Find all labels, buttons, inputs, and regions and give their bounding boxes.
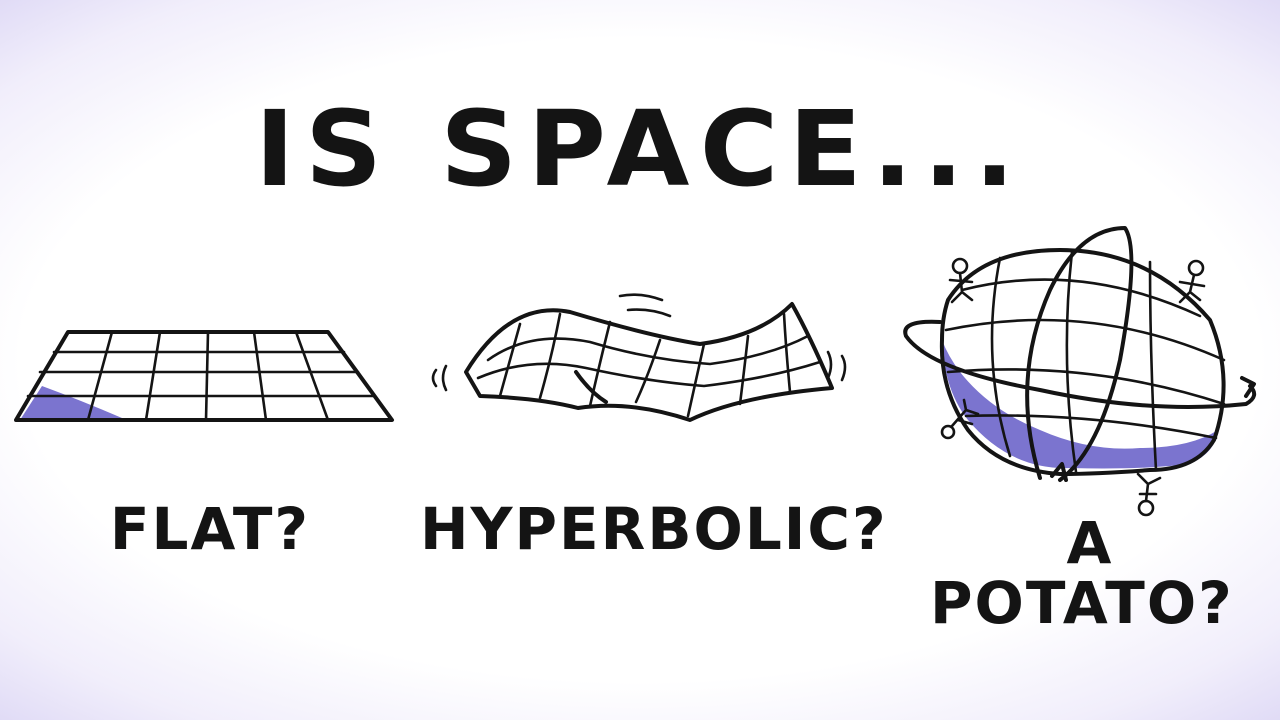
option-flat-label: FLAT? [109,495,311,563]
option-potato-label-line2: POTATO? [930,569,1234,637]
option-hyperbolic-label: HYPERBOLIC? [420,495,888,563]
option-potato-label-line1: A [1066,509,1114,577]
